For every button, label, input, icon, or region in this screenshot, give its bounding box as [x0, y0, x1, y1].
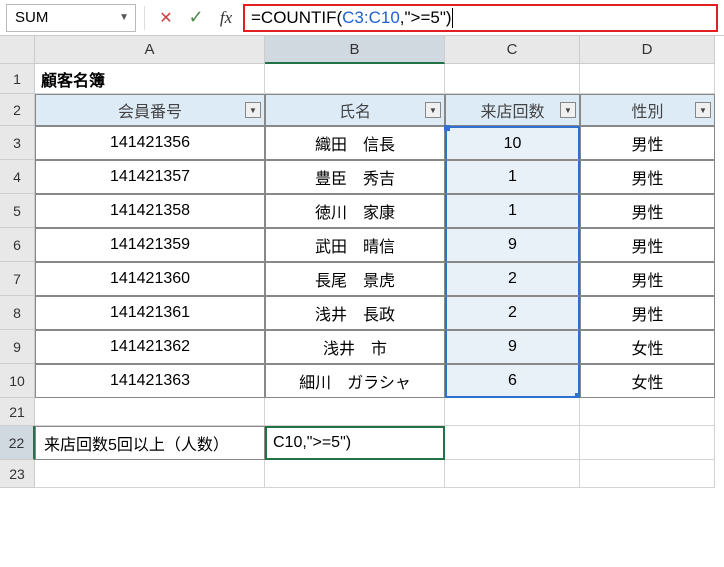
fx-button[interactable]: fx [213, 5, 239, 31]
cell-A22[interactable]: 来店回数5回以上（人数） [35, 426, 265, 460]
cell-A9[interactable]: 141421362 [35, 330, 265, 364]
spreadsheet-grid: A B C D 1 顧客名簿 2 会員番号 ▼ 氏名 ▼ 来店回数 ▼ 性別 ▼… [0, 36, 724, 488]
row-header-3[interactable]: 3 [0, 126, 35, 160]
row-header-1[interactable]: 1 [0, 64, 35, 94]
cell-C23[interactable] [445, 460, 580, 488]
cell-D1[interactable] [580, 64, 715, 94]
cell-B10[interactable]: 細川 ガラシャ [265, 364, 445, 398]
cell-B5[interactable]: 徳川 家康 [265, 194, 445, 228]
cell-D9[interactable]: 女性 [580, 330, 715, 364]
th-label: 性別 [631, 98, 663, 122]
cell-D5[interactable]: 男性 [580, 194, 715, 228]
cell-A1[interactable]: 顧客名簿 [35, 64, 265, 94]
cell-D22[interactable] [580, 426, 715, 460]
cell-C8[interactable]: 2 [445, 296, 580, 330]
cell-D3[interactable]: 男性 [580, 126, 715, 160]
cell-B21[interactable] [265, 398, 445, 426]
formula-bar: SUM ▼ ✕ ✓ fx =COUNTIF(C3:C10,">=5") [0, 0, 724, 36]
cell-C9[interactable]: 9 [445, 330, 580, 364]
cell-B23[interactable] [265, 460, 445, 488]
row-header-4[interactable]: 4 [0, 160, 35, 194]
cell-D8[interactable]: 男性 [580, 296, 715, 330]
row-header-23[interactable]: 23 [0, 460, 35, 488]
row-header-2[interactable]: 2 [0, 94, 35, 126]
cell-C22[interactable] [445, 426, 580, 460]
cell-C10[interactable]: 6 [445, 364, 580, 398]
cell-C6[interactable]: 9 [445, 228, 580, 262]
row-header-5[interactable]: 5 [0, 194, 35, 228]
confirm-button[interactable]: ✓ [183, 5, 209, 31]
cell-A21[interactable] [35, 398, 265, 426]
cell-C1[interactable] [445, 64, 580, 94]
row-header-7[interactable]: 7 [0, 262, 35, 296]
summary-label: 来店回数5回以上（人数） [44, 431, 229, 455]
name-box[interactable]: SUM ▼ [6, 4, 136, 32]
row-header-9[interactable]: 9 [0, 330, 35, 364]
cell-C3[interactable]: 10 [445, 126, 580, 160]
th-visits[interactable]: 来店回数 ▼ [445, 94, 580, 126]
filter-dropdown-icon[interactable]: ▼ [695, 102, 711, 118]
cell-B3[interactable]: 織田 信長 [265, 126, 445, 160]
separator [144, 6, 145, 30]
row-header-6[interactable]: 6 [0, 228, 35, 262]
sheet-title: 顧客名簿 [41, 67, 105, 91]
col-header-A[interactable]: A [35, 36, 265, 64]
filter-dropdown-icon[interactable]: ▼ [245, 102, 261, 118]
cell-D7[interactable]: 男性 [580, 262, 715, 296]
cell-A7[interactable]: 141421360 [35, 262, 265, 296]
row-header-22[interactable]: 22 [0, 426, 35, 460]
cell-A8[interactable]: 141421361 [35, 296, 265, 330]
cell-B8[interactable]: 浅井 長政 [265, 296, 445, 330]
cell-C7[interactable]: 2 [445, 262, 580, 296]
cell-D23[interactable] [580, 460, 715, 488]
chevron-down-icon[interactable]: ▼ [119, 12, 129, 23]
col-header-D[interactable]: D [580, 36, 715, 64]
cell-B4[interactable]: 豊臣 秀吉 [265, 160, 445, 194]
filter-dropdown-icon[interactable]: ▼ [425, 102, 441, 118]
cell-C5[interactable]: 1 [445, 194, 580, 228]
cell-A23[interactable] [35, 460, 265, 488]
cell-D21[interactable] [580, 398, 715, 426]
cell-C21[interactable] [445, 398, 580, 426]
col-header-C[interactable]: C [445, 36, 580, 64]
th-member-no[interactable]: 会員番号 ▼ [35, 94, 265, 126]
row-header-8[interactable]: 8 [0, 296, 35, 330]
cancel-button[interactable]: ✕ [153, 5, 179, 31]
cell-A4[interactable]: 141421357 [35, 160, 265, 194]
cell-C4[interactable]: 1 [445, 160, 580, 194]
cell-B22-active[interactable]: C10,">=5") [265, 426, 445, 460]
select-all-corner[interactable] [0, 36, 35, 64]
cell-A10[interactable]: 141421363 [35, 364, 265, 398]
row-header-21[interactable]: 21 [0, 398, 35, 426]
row-header-10[interactable]: 10 [0, 364, 35, 398]
name-box-value: SUM [15, 9, 48, 26]
cell-D6[interactable]: 男性 [580, 228, 715, 262]
th-name[interactable]: 氏名 ▼ [265, 94, 445, 126]
cell-D4[interactable]: 男性 [580, 160, 715, 194]
filter-dropdown-icon[interactable]: ▼ [560, 102, 576, 118]
th-gender[interactable]: 性別 ▼ [580, 94, 715, 126]
formula-prefix: =COUNTIF( [251, 8, 342, 28]
th-label: 氏名 [339, 98, 371, 122]
th-label: 来店回数 [480, 98, 544, 122]
cell-B6[interactable]: 武田 晴信 [265, 228, 445, 262]
cell-A6[interactable]: 141421359 [35, 228, 265, 262]
cell-D10[interactable]: 女性 [580, 364, 715, 398]
th-label: 会員番号 [118, 98, 182, 122]
formula-suffix: ,">=5") [400, 8, 452, 28]
formula-range: C3:C10 [342, 8, 400, 28]
cell-B7[interactable]: 長尾 景虎 [265, 262, 445, 296]
col-header-B[interactable]: B [265, 36, 445, 64]
cell-B9[interactable]: 浅井 市 [265, 330, 445, 364]
editing-display: C10,">=5") [273, 434, 351, 452]
text-cursor [452, 8, 453, 28]
cell-B1[interactable] [265, 64, 445, 94]
cell-A5[interactable]: 141421358 [35, 194, 265, 228]
formula-input[interactable]: =COUNTIF(C3:C10,">=5") [243, 4, 718, 32]
cell-A3[interactable]: 141421356 [35, 126, 265, 160]
